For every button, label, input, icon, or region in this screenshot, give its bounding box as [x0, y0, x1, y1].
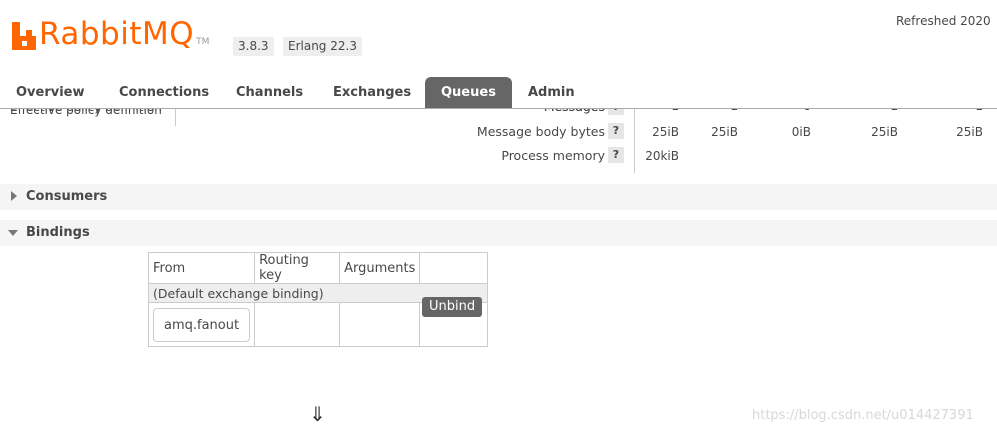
divider	[634, 109, 635, 173]
process-memory-label: Process memory	[501, 148, 605, 163]
refreshed-status[interactable]: Refreshed 2020	[896, 14, 991, 28]
tab-queues[interactable]: Queues	[425, 77, 512, 108]
exchange-link[interactable]: amq.fanout	[153, 307, 251, 342]
help-icon[interactable]: ?	[608, 147, 624, 163]
divider	[175, 109, 176, 126]
tab-overview[interactable]: Overview	[16, 77, 85, 108]
main-nav-tabs: Overview Connections Channels Exchanges …	[0, 77, 997, 109]
logo-trademark: TM	[196, 37, 210, 47]
chevron-down-icon	[8, 230, 18, 236]
body-bytes-value-total: 25iB	[652, 125, 679, 139]
logo-text: RabbitMQ	[39, 16, 195, 52]
binding-from-cell: amq.fanout	[147, 302, 256, 347]
erlang-version-badge: Erlang 22.3	[283, 37, 362, 56]
column-header-arguments: Arguments	[339, 252, 421, 284]
column-header-routing-key: Routing key	[254, 252, 341, 284]
down-arrow-icon: ⇓	[309, 402, 326, 426]
bindings-section-title: Bindings	[26, 225, 90, 240]
consumers-section-title: Consumers	[26, 189, 108, 204]
help-icon[interactable]: ?	[608, 123, 624, 139]
column-header-from: From	[147, 252, 256, 284]
tab-connections[interactable]: Connections	[119, 77, 209, 108]
body-bytes-value-persistent: 25iB	[956, 125, 983, 139]
consumers-section-header[interactable]: Consumers	[0, 184, 997, 210]
chevron-right-icon	[11, 191, 17, 201]
tab-channels[interactable]: Channels	[236, 77, 303, 108]
rabbitmq-logo-icon	[12, 20, 36, 50]
table-header-row: From Routing key Arguments	[147, 252, 488, 284]
unbind-button[interactable]: Unbind	[422, 297, 483, 317]
binding-routing-key-cell	[254, 302, 341, 347]
watermark: https://blog.csdn.net/u014427391	[752, 408, 974, 423]
binding-arguments-cell	[339, 302, 421, 347]
body-bytes-value-in-memory: 25iB	[871, 125, 898, 139]
column-header-actions	[419, 252, 488, 284]
bindings-section-header[interactable]: Bindings	[0, 220, 997, 246]
process-memory-value: 20kiB	[645, 149, 679, 163]
version-badge: 3.8.3	[233, 37, 274, 56]
rabbitmq-logo: RabbitMQ TM	[12, 18, 209, 50]
message-body-bytes-label: Message body bytes	[476, 124, 605, 139]
tab-admin[interactable]: Admin	[528, 77, 575, 108]
body-bytes-value-ready: 25iB	[711, 125, 738, 139]
tab-exchanges[interactable]: Exchanges	[333, 77, 411, 108]
body-bytes-value-unacked: 0iB	[791, 125, 811, 139]
